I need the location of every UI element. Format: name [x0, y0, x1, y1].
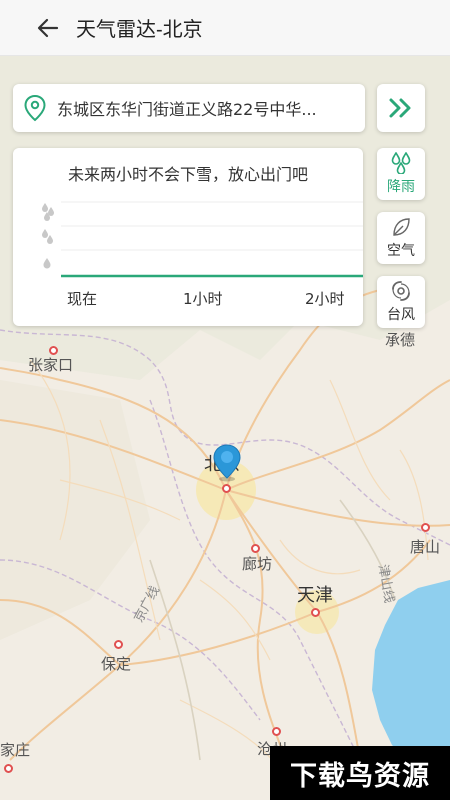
- precipitation-forecast-card: 未来两小时不会下雪，放心出门吧 现在 1小时 2小时: [13, 148, 363, 326]
- leaf-icon: [393, 218, 410, 236]
- location-address-bar[interactable]: 东城区东华门街道正义路22号中华...: [13, 84, 365, 132]
- map-label-baoding: 保定: [101, 655, 132, 673]
- drop-intensity-heavy-icon: [42, 203, 54, 221]
- raindrops-icon: [391, 152, 411, 174]
- city-dot-langfang: [251, 544, 260, 553]
- typhoon-icon: [392, 281, 410, 301]
- location-pin-icon: [13, 94, 57, 122]
- forecast-message: 未来两小时不会下雪，放心出门吧: [67, 165, 308, 184]
- precipitation-chart: [42, 201, 363, 278]
- map-label-tangshan: 唐山: [410, 538, 441, 556]
- back-button[interactable]: [26, 6, 70, 50]
- typhoon-label: 台风: [387, 307, 415, 323]
- city-dot-tangshan: [421, 523, 430, 532]
- typhoon-button[interactable]: 台风: [377, 276, 425, 328]
- city-dot-shijiazhuang: [4, 764, 13, 773]
- map-label-chengde: 承德: [385, 331, 416, 349]
- map-label-zhangjiakou: 张家口: [28, 356, 74, 374]
- address-text: 东城区东华门街道正义路22号中华...: [57, 100, 317, 119]
- expand-button[interactable]: [377, 84, 425, 132]
- city-dot-cangzhou: [272, 727, 281, 736]
- map-pin-icon: [213, 444, 241, 482]
- drop-intensity-light-icon: [43, 258, 51, 269]
- air-label: 空气: [387, 243, 415, 259]
- map-label-tianjin: 天津: [297, 585, 333, 606]
- tick-1h: 1小时: [183, 290, 223, 308]
- drop-intensity-moderate-icon: [42, 229, 53, 244]
- location-marker[interactable]: [213, 444, 241, 487]
- air-quality-button[interactable]: 空气: [377, 212, 425, 264]
- page-title: 天气雷达-北京: [76, 19, 203, 41]
- city-dot-tianjin: [311, 608, 320, 617]
- app-header: 天气雷达-北京: [0, 0, 450, 56]
- rain-label: 降雨: [387, 179, 415, 195]
- map-label-shijiazhuang: 家庄: [0, 741, 31, 759]
- double-chevron-right-icon: [389, 98, 411, 118]
- map-label-langfang: 廊坊: [242, 555, 273, 573]
- rain-button[interactable]: 降雨: [377, 148, 425, 200]
- watermark: 下载鸟资源: [270, 746, 450, 800]
- tick-2h: 2小时: [305, 290, 345, 308]
- arrow-left-icon: [37, 18, 59, 37]
- tick-now: 现在: [67, 290, 98, 308]
- city-dot-baoding: [114, 640, 123, 649]
